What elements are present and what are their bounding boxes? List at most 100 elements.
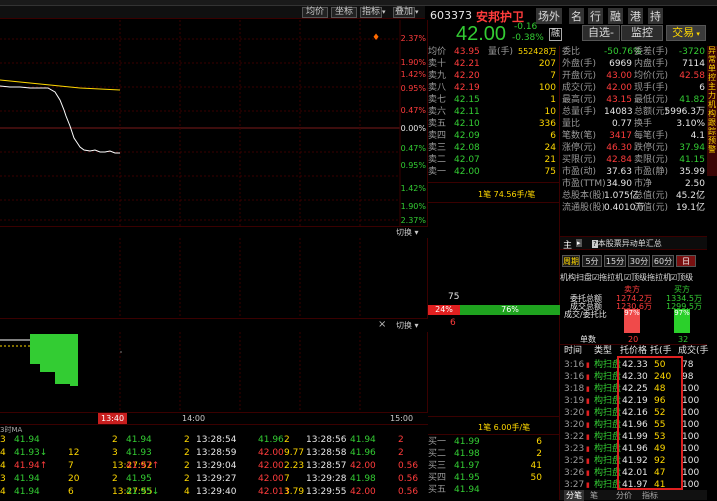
period-tab[interactable]: 日 [676, 255, 696, 267]
filter-tab[interactable]: ☑顶级 [670, 272, 693, 283]
level-volume: 336 [538, 119, 556, 129]
side-strip-char: 预 [708, 136, 716, 145]
level-price: 42.11 [454, 107, 480, 117]
buy-marker-icon: ▮ [586, 397, 590, 405]
quote-value: 42.84 [606, 155, 632, 165]
buy-count: 32 [678, 335, 689, 344]
tick-cell: 13:29:28 [306, 474, 347, 484]
checkbox-icon[interactable]: ☑ [592, 273, 599, 282]
checkbox-icon[interactable]: ☑ [624, 273, 631, 282]
tool-indicator-button[interactable]: 指标 [360, 7, 382, 18]
level-price: 41.99 [454, 437, 480, 447]
tab-name[interactable]: 名 [569, 8, 584, 24]
tick-row: 4 41.94 6 13:27:55 41.95↓ 4 13:29:40 42.01↑ 3.79… [0, 486, 428, 498]
tick-cell: 41.94 [14, 474, 40, 484]
level-volume: 6 [550, 131, 556, 141]
tick-cell: 42.00 [350, 461, 376, 471]
price-chart[interactable]: ♦ 2.37% 1.90% 1.42% 0.95% 0.47% 0.00% 0.… [0, 20, 428, 226]
pct-axis: 2.37% 1.90% 1.42% 0.95% 0.47% 0.00% 0.47… [400, 20, 428, 226]
tick-cell: 2 [184, 474, 190, 484]
switch-button[interactable]: 切换 ▾ [396, 227, 419, 238]
tab-otc[interactable]: 场外 [536, 8, 562, 24]
tab-summary[interactable]: ?本股票异动单汇总 [592, 238, 662, 249]
bottom-tab[interactable]: 分价 [616, 490, 632, 501]
level-label: 卖一 [428, 167, 447, 177]
tab-margin[interactable]: 融 [608, 8, 623, 24]
period-tab[interactable]: 周期 [562, 255, 580, 267]
level-label: 买三 [428, 461, 447, 471]
tab-hk[interactable]: 港 [628, 8, 643, 24]
level-label: 卖八 [428, 83, 447, 93]
tick-cell: 41.94 [350, 435, 376, 445]
trade-deal: 100 [682, 384, 700, 394]
quote-row: 市盈(动) 37.63 市盈(静) 35.99 [560, 166, 707, 178]
level-price: 42.21 [454, 59, 480, 69]
tab-quote[interactable]: 行 [588, 8, 603, 24]
filter-tab[interactable]: 机构扫盘 [560, 272, 592, 283]
tick-cell: 0.56 [398, 487, 419, 497]
period-tab[interactable]: 30分 [628, 255, 650, 267]
chevron-down-icon[interactable]: ▾ [382, 8, 386, 16]
quote-key: 总股本(股) [562, 191, 606, 201]
stat-label: 成交/委托比 [564, 310, 607, 319]
close-icon[interactable]: × [378, 319, 386, 330]
quote-key: 市盈(TTM) [562, 179, 606, 189]
tick-cell: 12 [68, 448, 80, 458]
tool-overlay-button[interactable]: 均价 [302, 7, 328, 18]
tick-cell: 41.94 [14, 487, 40, 497]
junjia-row: 均价 43.95 量(手) 552428万 [428, 46, 560, 58]
volume-label: 量(手) [488, 47, 514, 57]
side-strip-char: 力 [708, 91, 716, 100]
chevron-down-icon[interactable]: ▾ [415, 8, 419, 16]
quote-key: 均价(元) [634, 71, 669, 81]
chevron-down-icon: ▾ [412, 228, 419, 237]
period-tab[interactable]: 15分 [604, 255, 626, 267]
level-volume: 21 [544, 155, 556, 165]
quote-row: 总量(手) 14083 总额(元) 5996.3万 [560, 106, 707, 118]
volume-value: 552428万 [518, 47, 557, 56]
quote-value: 46.30 [606, 143, 632, 153]
sell-level: 卖五 42.10 336 [428, 118, 560, 130]
trade-deal: 100 [682, 456, 700, 466]
tab-hold[interactable]: 持 [648, 8, 663, 24]
trade-time: 3:20 [564, 408, 585, 418]
trade-deal: 78 [682, 360, 694, 370]
level-price: 41.95 [454, 473, 480, 483]
trade-time: 3:19 [564, 396, 585, 406]
buy-level: 买一 41.99 6 [428, 436, 560, 448]
bottom-tab[interactable]: 指标 [642, 490, 658, 501]
filter-tab[interactable]: ☑顶级拖拉机 [624, 272, 671, 283]
bottom-tab[interactable]: 笔 [590, 490, 598, 501]
sell-note: 1笔 74.56手/笔 [478, 190, 536, 199]
checkbox-icon[interactable]: ☑ [670, 273, 677, 282]
watchlist-button[interactable]: 自选- [582, 25, 620, 41]
subpane-header: 切换 ▾ [0, 226, 428, 238]
buy-marker-icon: ▮ [586, 433, 590, 441]
quote-key: 内盘(手) [634, 59, 669, 69]
quote-key: 现手(手) [634, 83, 669, 93]
bottom-tab[interactable]: 分笔 [564, 490, 584, 501]
price-change-pct: -0.38% [512, 33, 544, 43]
volume-bar [70, 334, 78, 386]
tool-coord-button[interactable]: 坐标 [331, 7, 357, 18]
filter-tab[interactable]: ☑拖拉机 [592, 272, 623, 283]
tool-stack-button[interactable]: 叠加 [393, 7, 415, 18]
chevron-down-icon: ▾ [694, 30, 700, 38]
tab-main[interactable]: 主 [563, 238, 572, 251]
pct-label: 0.95% [400, 84, 426, 93]
tick-cell: 41.96 [258, 435, 284, 445]
collapse-icon[interactable]: ▸ [576, 239, 582, 247]
trade-button[interactable]: 交易 ▾ [666, 25, 706, 41]
level-label: 买二 [428, 449, 447, 459]
flame-icon: ♦ [372, 33, 380, 43]
sell-level: 卖二 42.07 21 [428, 154, 560, 166]
period-tab[interactable]: 5分 [582, 255, 602, 267]
divider [428, 182, 560, 183]
monitor-button[interactable]: 监控 [621, 25, 663, 41]
period-tab[interactable]: 60分 [652, 255, 674, 267]
side-strip[interactable]: 异常单控主力机构跟踪预警 [707, 46, 717, 176]
side-strip-char: 常 [708, 55, 716, 64]
switch-button[interactable]: 切换 ▾ [396, 320, 419, 331]
quote-value: 37.94 [679, 143, 705, 153]
time-axis: 13:40 14:00 15:00 [0, 412, 428, 424]
